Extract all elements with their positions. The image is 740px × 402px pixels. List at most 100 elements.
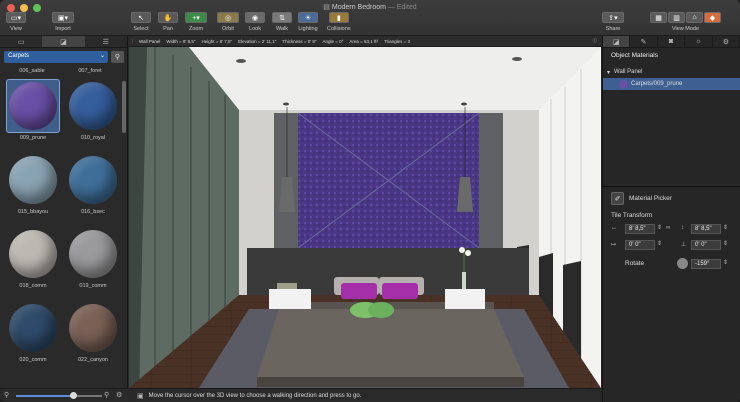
eyedropper-button[interactable]: ✐: [611, 192, 624, 205]
tab-camera[interactable]: ◙: [658, 36, 686, 47]
view-icon: ▭▾: [6, 12, 26, 23]
material-swatch: [9, 230, 57, 278]
zoom-in-icon[interactable]: ⚲: [104, 391, 109, 399]
toolbar: ▤ Modern Bedroom — Edited ▭▾ View ▣▾ Imp…: [0, 0, 740, 36]
material-swatch: [9, 156, 57, 204]
camera-icon: ◙: [668, 38, 674, 45]
split-view-icon[interactable]: ▥: [668, 12, 685, 23]
disclosure-triangle-icon[interactable]: ▾: [607, 69, 610, 76]
material-item[interactable]: 016_bsec: [64, 153, 120, 215]
plan-view-icon[interactable]: ▦: [650, 12, 667, 23]
library-zoom-bar: ⚲ ⚲ ⚙: [0, 388, 128, 402]
zoom-tool-button[interactable]: +▾ Zoom: [185, 12, 207, 32]
gear-icon: ⚙: [722, 38, 729, 46]
info-icon[interactable]: ⓘ: [593, 38, 598, 44]
library-scrollbar[interactable]: [122, 81, 126, 133]
material-label: 010_royal: [80, 135, 106, 141]
tab-materials[interactable]: ◪: [603, 36, 631, 47]
bedroom-render: [129, 47, 601, 388]
3d-view-icon[interactable]: ⌂: [686, 12, 703, 23]
zoom-out-icon[interactable]: ⚲: [4, 391, 9, 399]
sofa-icon: ▭: [17, 38, 25, 46]
materials-tab[interactable]: ◪: [42, 36, 85, 47]
grid-item-label: 006_sable: [19, 68, 45, 74]
orbit-icon: ◎: [217, 12, 239, 23]
material-swatch: [69, 304, 117, 352]
look-tool-button[interactable]: ◉ Look: [245, 12, 265, 32]
gear-icon[interactable]: ⚙: [116, 391, 122, 399]
offset-y-icon: ⊥: [681, 242, 687, 248]
rotate-dial[interactable]: [677, 258, 688, 269]
walk-tool-button[interactable]: ⇅ Walk: [272, 12, 292, 32]
stepper-icon[interactable]: ⇕: [723, 224, 728, 231]
tree-item-material[interactable]: Carpets/009_prune: [603, 78, 740, 90]
material-swatch: [69, 230, 117, 278]
collisions-icon: ▮: [328, 12, 349, 23]
materials-icon: ◪: [60, 38, 67, 46]
offset-x-field[interactable]: 0' 0": [625, 240, 655, 250]
slider-fill: [16, 395, 73, 397]
material-label: 020_comm: [19, 357, 47, 363]
status-text: Move the cursor over the 3D view to choo…: [148, 392, 362, 399]
inspector-panel: ◪ ✎ ◙ ☼ ⚙ Object Materials ▾ Wall Panel …: [602, 36, 740, 402]
list-icon: ☰: [102, 38, 109, 46]
list-tab[interactable]: ☰: [85, 36, 127, 47]
pan-tool-button[interactable]: ✋ Pan: [158, 12, 178, 32]
offset-x-icon: ↦: [611, 242, 617, 248]
material-label: 009_prune: [19, 135, 47, 141]
stepper-icon[interactable]: ⇕: [723, 240, 728, 247]
stepper-icon[interactable]: ⇕: [657, 224, 662, 231]
3d-viewport[interactable]: [129, 47, 601, 388]
material-label: 015_bbayou: [17, 209, 49, 215]
tab-settings[interactable]: ⚙: [713, 36, 740, 47]
select-tool-button[interactable]: ↖ Select: [131, 12, 151, 32]
panel-divider[interactable]: [603, 186, 740, 187]
tile-height-field[interactable]: 8' 8,5": [691, 224, 721, 234]
material-label: 018_comm: [19, 283, 47, 289]
material-item[interactable]: 018_comm: [4, 227, 62, 289]
rotate-field[interactable]: -159°: [691, 259, 721, 269]
materials-icon: ◪: [612, 38, 620, 46]
edited-status: — Edited: [387, 4, 417, 11]
view-button[interactable]: ▭▾ View: [6, 12, 26, 32]
material-label: 016_bsec: [81, 209, 105, 215]
material-item[interactable]: 020_comm: [4, 301, 62, 363]
library-panel: ▭ ◪ ☰ Carpets ⌄ ⚲ 006_sable 007_foret 00…: [0, 36, 128, 402]
view-mode-control[interactable]: ▦ ▥ ⌂ ◆ View Mode: [650, 12, 721, 32]
import-icon: ▣▾: [52, 12, 74, 23]
material-item[interactable]: 022_canyon: [64, 301, 120, 363]
grid-item-label: 007_foret: [78, 68, 102, 74]
thumbnail-size-slider[interactable]: [16, 392, 102, 399]
objects-tab[interactable]: ▭: [0, 36, 42, 47]
slider-knob[interactable]: [69, 392, 77, 399]
lighting-button[interactable]: ☀ Lighting: [298, 12, 318, 32]
import-button[interactable]: ▣▾ Import: [52, 12, 74, 32]
tab-light[interactable]: ☼: [685, 36, 713, 47]
material-swatch-icon: [619, 79, 628, 89]
chevron-down-icon: ⌄: [99, 53, 105, 59]
tree-group-wall-panel[interactable]: ▾ Wall Panel: [603, 66, 740, 78]
stepper-icon[interactable]: ⇕: [657, 240, 662, 247]
material-item[interactable]: 019_comm: [64, 227, 120, 289]
width-icon: ↔: [611, 225, 617, 231]
material-item[interactable]: 010_royal: [64, 79, 120, 141]
material-item[interactable]: 015_bbayou: [4, 153, 62, 215]
app-window: ▤ Modern Bedroom — Edited ▭▾ View ▣▾ Imp…: [0, 0, 740, 402]
share-button[interactable]: ⇪▾ Share: [602, 12, 624, 32]
render-view-icon[interactable]: ◆: [704, 12, 721, 23]
hand-icon: ✋: [158, 12, 178, 23]
material-label: 019_comm: [79, 283, 107, 289]
search-button[interactable]: ⚲: [111, 51, 124, 63]
collisions-button[interactable]: ▮ Collisions: [327, 12, 351, 32]
orbit-tool-button[interactable]: ◎ Orbit: [217, 12, 239, 32]
tile-width-field[interactable]: 8' 8,5": [625, 224, 655, 234]
offset-y-field[interactable]: 0' 0": [691, 240, 721, 250]
link-icon[interactable]: ∞: [666, 225, 670, 231]
material-swatch: [9, 304, 57, 352]
category-select[interactable]: Carpets ⌄: [4, 51, 108, 63]
material-picker-label: Material Picker: [629, 195, 672, 202]
material-item[interactable]: 009_prune: [4, 79, 62, 141]
document-title: Modern Bedroom: [331, 4, 386, 11]
tab-edit[interactable]: ✎: [630, 36, 658, 47]
stepper-icon[interactable]: ⇕: [723, 259, 728, 266]
